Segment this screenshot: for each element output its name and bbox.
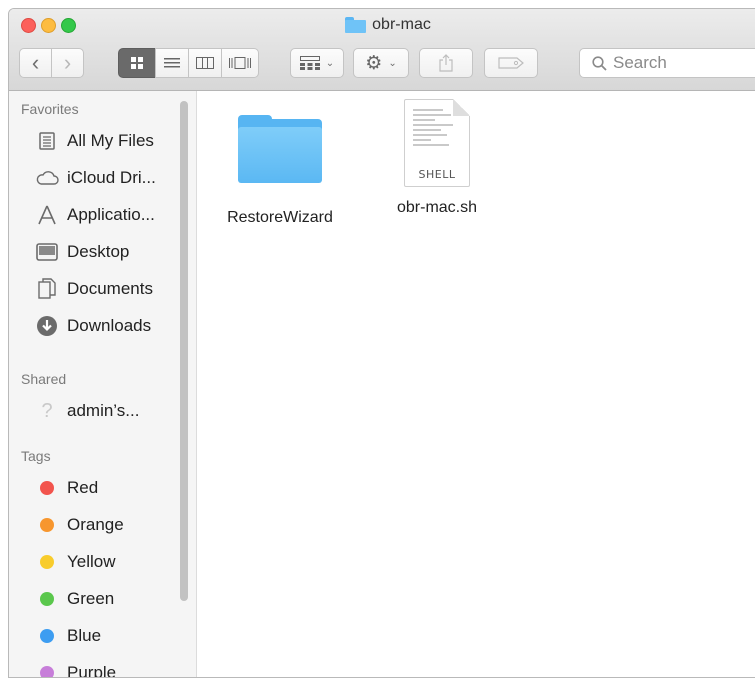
search-field[interactable]: Search: [579, 48, 755, 78]
yellow-tag-dot-icon: [40, 555, 54, 569]
window-title-bar: obr-mac: [9, 13, 755, 37]
sidebar: Favorites All My Files iCloud Dri... App…: [9, 91, 197, 677]
arrange-icon: [299, 56, 320, 70]
share-icon: [439, 54, 453, 72]
sidebar-item-label: Yellow: [67, 552, 116, 571]
folder-icon: [238, 115, 322, 185]
view-mode-selector: [118, 48, 259, 78]
icon-view-button[interactable]: [118, 48, 156, 78]
question-icon: ?: [41, 399, 53, 422]
columns-icon: [196, 57, 214, 69]
sidebar-item-label: Orange: [67, 515, 124, 534]
edit-tags-button[interactable]: [484, 48, 538, 78]
sidebar-tag-yellow[interactable]: Yellow: [35, 548, 116, 576]
sidebar-item-all-my-files[interactable]: All My Files: [35, 127, 154, 155]
column-view-button[interactable]: [188, 48, 222, 78]
finder-window: obr-mac ‹ › ⌄ ⚙ ⌄ Search Favorites All M…: [8, 8, 755, 678]
favorites-heading: Favorites: [21, 101, 79, 117]
sidebar-item-applications[interactable]: Applicatio...: [35, 201, 155, 229]
sidebar-item-label: admin’s...: [67, 401, 140, 420]
file-item-folder[interactable]: RestoreWizard: [210, 115, 350, 227]
sidebar-tag-blue[interactable]: Blue: [35, 622, 101, 650]
sidebar-item-label: Documents: [67, 279, 153, 298]
cloud-icon: [35, 166, 59, 190]
orange-tag-dot-icon: [40, 518, 54, 532]
folder-icon: [345, 17, 367, 33]
file-name: obr-mac.sh: [396, 199, 478, 216]
toolbar: obr-mac ‹ › ⌄ ⚙ ⌄ Search: [9, 9, 755, 91]
all-files-icon: [35, 129, 59, 153]
shell-script-file-icon: SHELL: [404, 99, 470, 187]
sidebar-item-icloud-drive[interactable]: iCloud Dri...: [35, 164, 156, 192]
chevron-down-icon: ⌄: [325, 57, 335, 69]
back-button[interactable]: ‹: [19, 48, 52, 78]
sidebar-item-label: All My Files: [67, 131, 154, 150]
downloads-icon: [35, 314, 59, 338]
sidebar-item-label: Downloads: [67, 316, 152, 335]
sidebar-tag-orange[interactable]: Orange: [35, 511, 124, 539]
search-icon: [592, 55, 607, 71]
red-tag-dot-icon: [40, 481, 54, 495]
history-navigation: ‹ ›: [19, 48, 84, 78]
sidebar-item-label: Blue: [67, 626, 102, 645]
sidebar-item-label: Red: [67, 478, 99, 497]
sidebar-tag-red[interactable]: Red: [35, 474, 98, 502]
file-browser-content: RestoreWizard SHELL obr-mac.sh: [197, 91, 755, 677]
list-icon: [164, 58, 180, 68]
sidebar-tag-purple[interactable]: Purple: [35, 659, 117, 678]
arrange-button[interactable]: ⌄: [290, 48, 344, 78]
cover-flow-view-button[interactable]: [221, 48, 259, 78]
sidebar-item-label: Purple: [67, 663, 117, 678]
grid-icon: [131, 57, 143, 69]
applications-icon: [35, 203, 59, 227]
sidebar-item-label: Desktop: [67, 242, 130, 261]
shared-heading: Shared: [21, 371, 67, 387]
purple-tag-dot-icon: [40, 666, 54, 677]
action-menu-button[interactable]: ⚙ ⌄: [353, 48, 409, 78]
sidebar-item-desktop[interactable]: Desktop: [35, 238, 129, 266]
tag-icon: [498, 57, 524, 69]
gear-icon: ⚙: [365, 52, 383, 74]
sidebar-item-downloads[interactable]: Downloads: [35, 312, 151, 340]
file-type-badge: SHELL: [418, 168, 456, 181]
green-tag-dot-icon: [40, 592, 54, 606]
file-item-shell-script[interactable]: SHELL obr-mac.sh: [367, 99, 507, 217]
sidebar-item-label: Green: [67, 589, 115, 608]
desktop-icon: [35, 240, 59, 264]
blue-tag-dot-icon: [40, 629, 54, 643]
sidebar-item-label: Applicatio...: [67, 205, 155, 224]
share-button[interactable]: [419, 48, 473, 78]
sidebar-tag-green[interactable]: Green: [35, 585, 114, 613]
window-title: obr-mac: [372, 16, 431, 33]
list-view-button[interactable]: [155, 48, 189, 78]
documents-icon: [35, 277, 59, 301]
tags-heading: Tags: [21, 448, 51, 464]
cover-flow-icon: [229, 57, 251, 69]
chevron-down-icon: ⌄: [388, 57, 397, 69]
file-name: RestoreWizard: [227, 209, 333, 226]
forward-button[interactable]: ›: [51, 48, 84, 78]
sidebar-item-documents[interactable]: Documents: [35, 275, 153, 303]
search-placeholder: Search: [613, 53, 667, 72]
sidebar-scrollbar[interactable]: [180, 101, 188, 601]
sidebar-item-label: iCloud Dri...: [67, 168, 156, 187]
sidebar-item-shared-computer[interactable]: ? admin’s...: [35, 397, 139, 425]
